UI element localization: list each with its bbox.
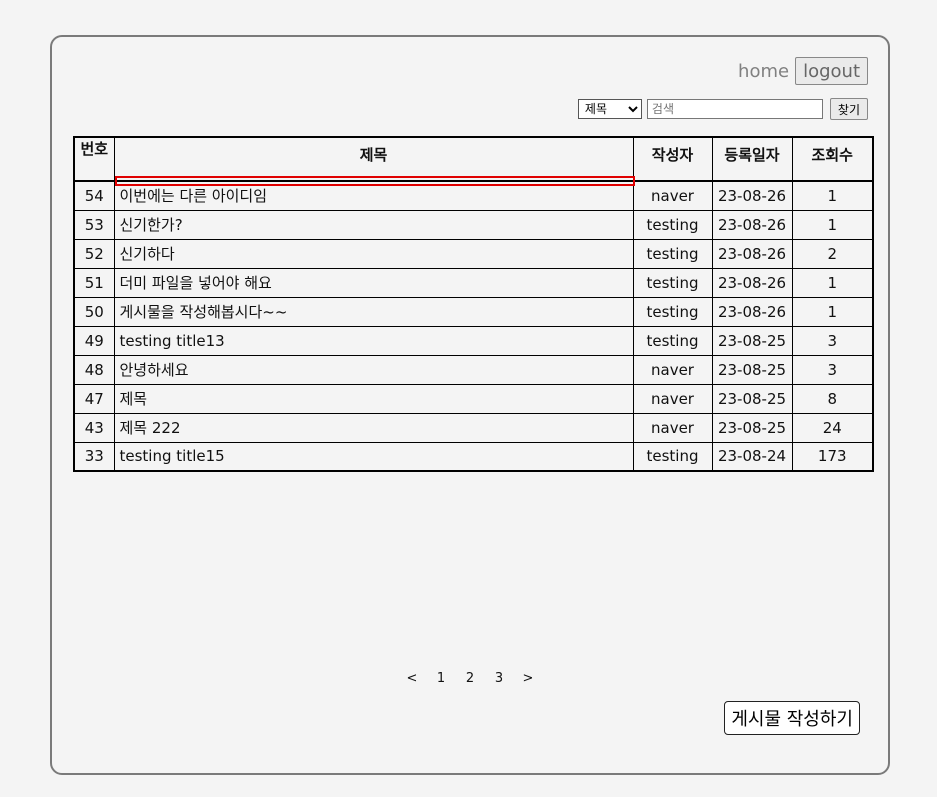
row-views: 1 xyxy=(791,296,874,327)
row-date: 23-08-25 xyxy=(711,325,793,356)
row-num: 49 xyxy=(73,325,115,356)
header-title: 제목 xyxy=(113,136,635,186)
row-num: 54 xyxy=(73,180,115,211)
header-date: 등록일자 xyxy=(711,136,793,182)
table-row[interactable]: 53 신기한가? testing 23-08-26 1 xyxy=(73,209,874,240)
row-views: 3 xyxy=(791,354,874,385)
row-views: 3 xyxy=(791,325,874,356)
row-num: 52 xyxy=(73,238,115,269)
row-title-link[interactable]: 제목 xyxy=(113,383,634,414)
post-table: 번호 제목 작성자 등록일자 조회수 54 이번에는 다른 아이디임 naver 23… xyxy=(73,136,874,472)
top-nav: home logout xyxy=(738,57,868,85)
search-input[interactable] xyxy=(646,99,823,119)
header-author: 작성자 xyxy=(632,136,713,182)
table-header-row: 번호 제목 작성자 등록일자 조회수 xyxy=(73,136,874,186)
table-row[interactable]: 48 안녕하세요 naver 23-08-25 3 xyxy=(73,354,874,385)
row-date: 23-08-26 xyxy=(711,267,793,298)
row-views: 2 xyxy=(791,238,874,269)
row-title-link[interactable]: 안녕하세요 xyxy=(113,354,634,385)
row-views: 1 xyxy=(791,267,874,298)
row-num: 48 xyxy=(73,354,115,385)
row-views: 1 xyxy=(791,180,874,211)
write-post-button[interactable]: 게시물 작성하기 xyxy=(724,701,860,735)
row-date: 23-08-24 xyxy=(711,441,793,472)
row-date: 23-08-26 xyxy=(711,180,793,211)
table-row[interactable]: 51 더미 파일을 넣어야 해요 testing 23-08-26 1 xyxy=(73,267,874,298)
row-title-link[interactable]: 신기하다 xyxy=(113,238,634,269)
row-views: 1 xyxy=(791,209,874,240)
header-views: 조회수 xyxy=(791,136,874,182)
row-num: 53 xyxy=(73,209,115,240)
row-views: 24 xyxy=(791,412,874,443)
row-author: naver xyxy=(632,180,713,211)
page-3-link[interactable]: 3 xyxy=(485,671,514,686)
row-author: testing xyxy=(632,296,713,327)
prev-page-button[interactable]: < xyxy=(398,671,427,686)
page-2-link[interactable]: 2 xyxy=(456,671,485,686)
row-date: 23-08-26 xyxy=(711,209,793,240)
home-link[interactable]: home xyxy=(738,61,789,82)
search-type-select[interactable]: 제목 xyxy=(577,99,642,119)
row-num: 47 xyxy=(73,383,115,414)
row-views: 8 xyxy=(791,383,874,414)
next-page-button[interactable]: > xyxy=(514,671,543,686)
row-num: 50 xyxy=(73,296,115,327)
row-date: 23-08-26 xyxy=(711,296,793,327)
page-1-link[interactable]: 1 xyxy=(427,671,456,686)
pagination: < 1 2 3 > xyxy=(52,671,888,686)
table-row[interactable]: 33 testing title15 testing 23-08-24 173 xyxy=(73,441,874,472)
row-title-link[interactable]: 더미 파일을 넣어야 해요 xyxy=(113,267,634,298)
row-author: testing xyxy=(632,238,713,269)
row-date: 23-08-25 xyxy=(711,383,793,414)
row-author: naver xyxy=(632,412,713,443)
table-row[interactable]: 52 신기하다 testing 23-08-26 2 xyxy=(73,238,874,269)
row-author: testing xyxy=(632,325,713,356)
row-title-link[interactable]: testing title13 xyxy=(113,325,634,356)
highlight-box xyxy=(114,176,635,186)
table-row[interactable]: 49 testing title13 testing 23-08-25 3 xyxy=(73,325,874,356)
row-author: naver xyxy=(632,354,713,385)
table-row[interactable]: 47 제목 naver 23-08-25 8 xyxy=(73,383,874,414)
header-title-label: 제목 xyxy=(359,146,388,164)
row-author: testing xyxy=(632,267,713,298)
row-date: 23-08-25 xyxy=(711,354,793,385)
row-date: 23-08-26 xyxy=(711,238,793,269)
row-title-link[interactable]: 제목 222 xyxy=(113,412,634,443)
row-num: 51 xyxy=(73,267,115,298)
row-author: testing xyxy=(632,441,713,472)
row-title-link[interactable]: testing title15 xyxy=(113,441,634,472)
board-container: home logout 제목 찾기 번호 제목 작성자 등록일자 xyxy=(50,35,890,775)
header-num: 번호 xyxy=(73,136,115,182)
row-date: 23-08-25 xyxy=(711,412,793,443)
logout-button[interactable]: logout xyxy=(795,57,868,85)
row-title-link[interactable]: 신기한가? xyxy=(113,209,634,240)
search-bar: 제목 찾기 xyxy=(577,98,868,120)
row-views: 173 xyxy=(791,441,874,472)
row-num: 43 xyxy=(73,412,115,443)
row-title-link[interactable]: 게시물을 작성해봅시다~~ xyxy=(113,296,634,327)
table-row[interactable]: 50 게시물을 작성해봅시다~~ testing 23-08-26 1 xyxy=(73,296,874,327)
row-author: testing xyxy=(632,209,713,240)
row-author: naver xyxy=(632,383,713,414)
search-button[interactable]: 찾기 xyxy=(829,98,868,120)
table-row[interactable]: 43 제목 222 naver 23-08-25 24 xyxy=(73,412,874,443)
row-num: 33 xyxy=(73,441,115,472)
